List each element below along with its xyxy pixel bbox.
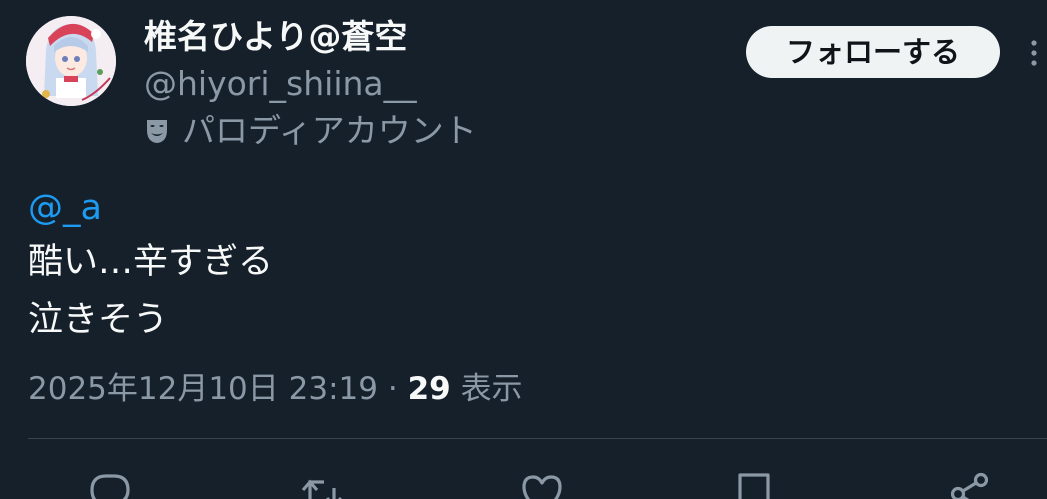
tweet-metadata: 2025年12月10日 23:19 · 29 表示 (28, 366, 523, 412)
reply-button[interactable] (86, 470, 134, 499)
more-options-icon[interactable] (1026, 38, 1042, 68)
bookmark-icon (738, 473, 770, 499)
timestamp[interactable]: 2025年12月10日 23:19 (28, 371, 378, 407)
reply-icon (90, 474, 130, 499)
display-name[interactable]: 椎名ひより@蒼空 (144, 14, 407, 60)
views-count: 29 (407, 371, 451, 407)
like-icon (522, 475, 562, 499)
tweet-detail-view: 椎名ひより@蒼空 @hiyori_shiina__ パロディアカウント フォロー… (0, 0, 1047, 499)
share-button[interactable] (946, 470, 994, 499)
tweet-text-line: 泣きそう (28, 300, 169, 340)
retweet-button[interactable] (298, 470, 346, 499)
like-button[interactable] (518, 470, 566, 499)
avatar-illustration (26, 16, 116, 106)
user-handle[interactable]: @hiyori_shiina__ (144, 62, 417, 106)
divider (28, 438, 1047, 439)
views-label: 表示 (460, 371, 523, 407)
parody-account-label: パロディアカウント (142, 108, 477, 154)
bookmark-button[interactable] (730, 470, 778, 499)
share-icon (950, 472, 989, 499)
mention-link[interactable]: @_a (28, 186, 102, 230)
follow-button[interactable]: フォローする (746, 26, 1000, 78)
parody-label-text: パロディアカウント (182, 111, 477, 150)
tweet-text-line: 酷い…辛すぎる (28, 242, 274, 282)
parody-mask-icon (147, 120, 167, 143)
retweet-icon (301, 479, 343, 499)
avatar[interactable] (26, 16, 116, 106)
meta-separator: · (387, 371, 398, 407)
